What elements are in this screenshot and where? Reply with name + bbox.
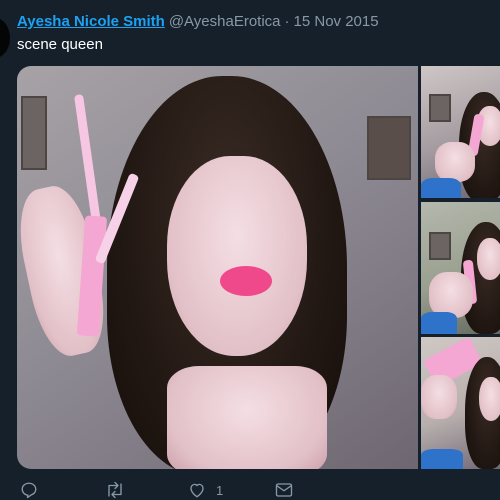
message-button[interactable]: [275, 480, 293, 500]
photo-3[interactable]: [421, 202, 500, 334]
neck-shape: [167, 366, 327, 469]
like-button[interactable]: 1: [188, 480, 223, 500]
author-name-link[interactable]: Ayesha Nicole Smith: [17, 13, 165, 30]
like-count: 1: [216, 482, 224, 498]
avatar[interactable]: [0, 18, 10, 58]
author-handle[interactable]: @AyeshaErotica: [169, 13, 281, 30]
wall-frame: [367, 116, 411, 180]
tweet-date-link[interactable]: 15 Nov 2015: [294, 13, 379, 30]
reply-icon: [21, 482, 37, 499]
retweet-icon: [108, 481, 122, 499]
shirt-shape: [421, 449, 463, 469]
shirt-shape: [421, 178, 461, 198]
phone-antenna: [73, 94, 102, 224]
action-bar: 1: [0, 476, 500, 500]
shirt-shape: [421, 312, 457, 334]
retweet-button[interactable]: [104, 480, 126, 500]
wall-frame: [21, 96, 47, 170]
wall-frame: [429, 94, 451, 122]
like-icon: [190, 483, 204, 498]
separator-dot: ·: [284, 13, 290, 30]
message-icon: [275, 483, 293, 497]
tweet-header: Ayesha Nicole Smith @AyeshaErotica · 15 Nov…: [17, 12, 379, 32]
lips-shape: [220, 266, 272, 296]
photo-4[interactable]: [421, 337, 500, 469]
tweet-card[interactable]: Ayesha Nicole Smith @AyeshaErotica · 15 Nov…: [0, 0, 500, 500]
reply-button[interactable]: [20, 480, 38, 500]
face-shape: [479, 377, 500, 421]
hand-shape: [435, 142, 475, 182]
wall-frame: [429, 232, 451, 260]
face-shape: [477, 238, 500, 280]
media-grid: [17, 66, 500, 469]
photo-2[interactable]: [421, 66, 500, 198]
hand-shape: [421, 375, 457, 419]
tweet-text: scene queen: [17, 36, 103, 53]
face-shape: [167, 156, 307, 356]
photo-1[interactable]: [17, 66, 418, 469]
